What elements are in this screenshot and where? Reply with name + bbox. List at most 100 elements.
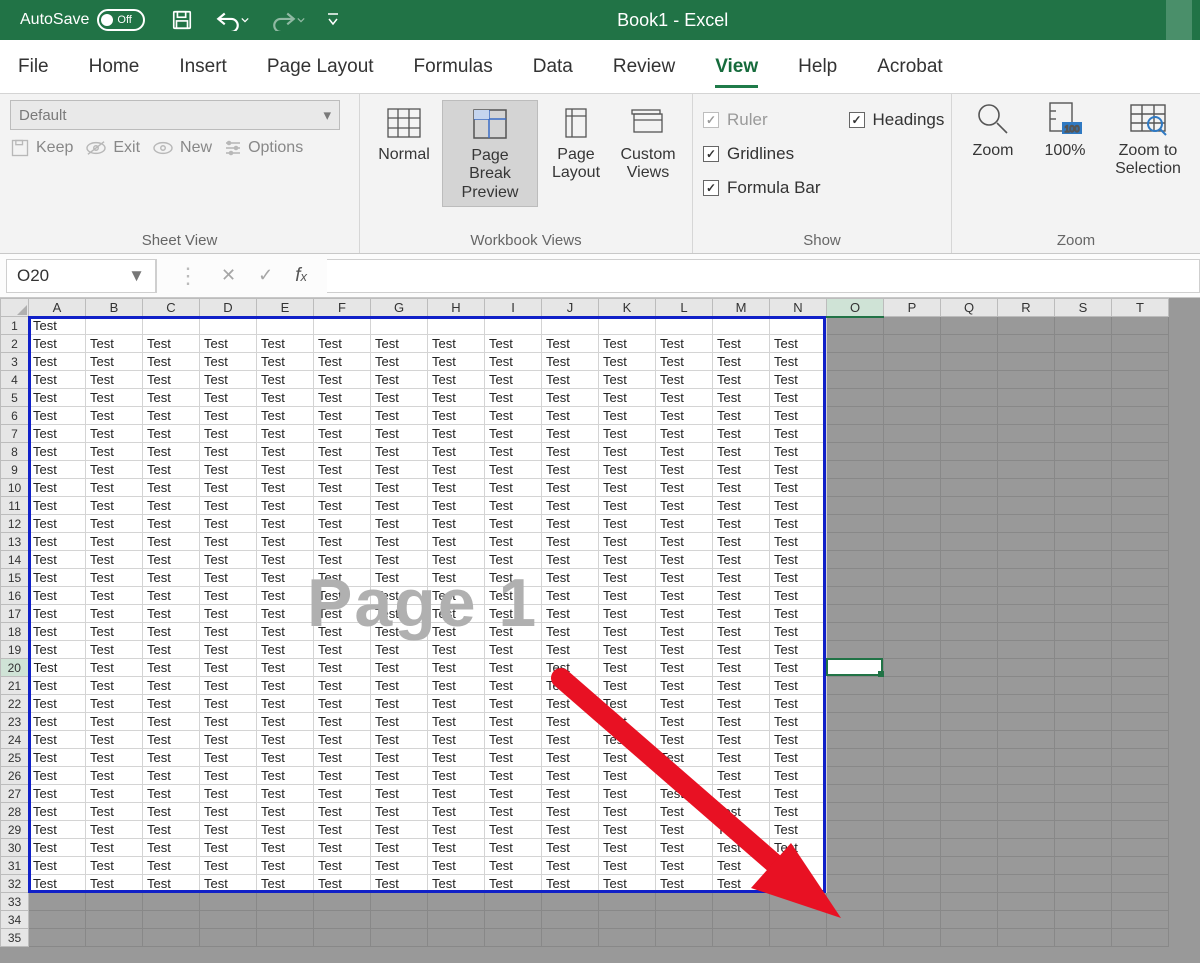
cell[interactable]: Test [542,677,599,695]
cell[interactable] [884,515,941,533]
cell[interactable]: Test [29,479,86,497]
cell[interactable] [827,893,884,911]
cell[interactable]: Test [599,605,656,623]
cell[interactable]: Test [29,821,86,839]
cell[interactable]: Test [257,821,314,839]
cell[interactable] [827,443,884,461]
cell[interactable] [1055,785,1112,803]
cell[interactable] [827,785,884,803]
cell[interactable]: Test [713,353,770,371]
cell[interactable] [143,893,200,911]
cell[interactable]: Test [143,371,200,389]
cell[interactable]: Test [599,533,656,551]
cell[interactable] [998,641,1055,659]
cell[interactable]: Test [200,353,257,371]
cell[interactable] [1112,497,1169,515]
cell[interactable] [542,911,599,929]
cell[interactable]: Test [314,695,371,713]
cell[interactable] [941,641,998,659]
cell[interactable]: Test [542,641,599,659]
cell[interactable] [827,695,884,713]
cell[interactable] [1055,425,1112,443]
row-header-18[interactable]: 18 [1,623,29,641]
cell[interactable] [1055,335,1112,353]
cell[interactable] [827,353,884,371]
cell[interactable]: Test [542,767,599,785]
cell[interactable] [884,659,941,677]
cell[interactable] [1112,605,1169,623]
cell[interactable]: Test [542,353,599,371]
cell[interactable]: Test [428,857,485,875]
cell[interactable] [998,479,1055,497]
cell[interactable]: Test [29,425,86,443]
col-header-D[interactable]: D [200,299,257,317]
cell[interactable]: Test [599,497,656,515]
cell[interactable]: Test [713,533,770,551]
cell[interactable]: Test [656,641,713,659]
row-header-25[interactable]: 25 [1,749,29,767]
cell[interactable]: Test [29,767,86,785]
cell[interactable]: Test [656,623,713,641]
row-header-7[interactable]: 7 [1,425,29,443]
cell[interactable]: Test [200,569,257,587]
cell[interactable]: Test [713,677,770,695]
cell[interactable] [1112,533,1169,551]
col-header-L[interactable]: L [656,299,713,317]
cell[interactable]: Test [713,803,770,821]
cell[interactable] [1112,857,1169,875]
cell[interactable] [1112,911,1169,929]
cell[interactable]: Test [485,785,542,803]
cell[interactable] [1055,587,1112,605]
cell[interactable]: Test [257,569,314,587]
cell[interactable]: Test [656,587,713,605]
cell[interactable]: Test [29,353,86,371]
cell[interactable] [1055,551,1112,569]
cell[interactable]: Test [314,551,371,569]
cell[interactable] [827,677,884,695]
cell[interactable]: Test [428,605,485,623]
cell[interactable] [200,929,257,947]
cell[interactable] [1055,461,1112,479]
cell[interactable]: Test [713,497,770,515]
cell[interactable] [371,929,428,947]
cell[interactable]: Test [485,335,542,353]
cell[interactable]: Test [200,641,257,659]
cell[interactable]: Test [542,407,599,425]
cell[interactable] [200,893,257,911]
cell[interactable] [1112,389,1169,407]
cell[interactable] [770,911,827,929]
cell[interactable] [770,929,827,947]
cell[interactable] [941,551,998,569]
cell[interactable]: Test [485,389,542,407]
cell[interactable]: Test [314,767,371,785]
cell[interactable]: Test [485,443,542,461]
tab-insert[interactable]: Insert [179,40,227,94]
cell[interactable] [1112,893,1169,911]
cell[interactable] [827,551,884,569]
cell[interactable] [371,911,428,929]
cell[interactable] [1112,749,1169,767]
row-header-30[interactable]: 30 [1,839,29,857]
cell[interactable] [941,515,998,533]
cell[interactable]: Test [599,821,656,839]
cell[interactable]: Test [29,335,86,353]
cell[interactable]: Test [713,515,770,533]
row-header-19[interactable]: 19 [1,641,29,659]
cell[interactable]: Test [485,875,542,893]
cell[interactable]: Test [314,785,371,803]
cell[interactable] [998,335,1055,353]
cell[interactable] [1112,767,1169,785]
cell[interactable]: Test [656,569,713,587]
cell[interactable] [941,407,998,425]
cell[interactable] [1112,695,1169,713]
row-header-14[interactable]: 14 [1,551,29,569]
cell[interactable]: Test [713,641,770,659]
cell[interactable] [86,911,143,929]
cell[interactable]: Test [143,569,200,587]
cell[interactable]: Test [86,515,143,533]
cell[interactable]: Test [143,425,200,443]
cell[interactable]: Test [770,605,827,623]
cell[interactable] [827,641,884,659]
cell[interactable]: Test [713,587,770,605]
cell[interactable]: Test [428,821,485,839]
